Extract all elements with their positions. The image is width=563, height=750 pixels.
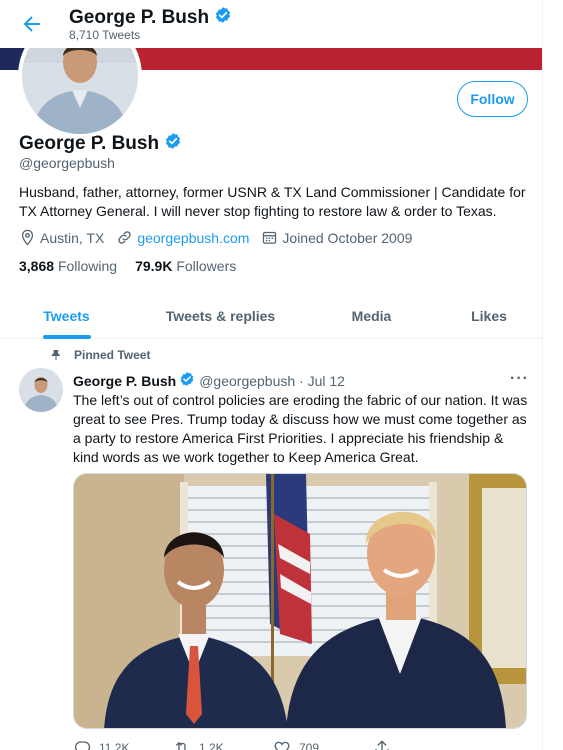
header-title: George P. Bush <box>69 6 232 30</box>
website-link[interactable]: georgepbush.com <box>137 230 249 246</box>
retweet-count: 1.2K <box>199 741 224 750</box>
verified-badge-icon <box>164 132 182 156</box>
profile-column: George P. Bush 8,710 Tweets Follow Georg… <box>0 0 543 750</box>
header-name: George P. Bush <box>69 7 210 28</box>
tweet-photo[interactable] <box>73 473 527 729</box>
joined-item: Joined October 2009 <box>261 229 412 246</box>
profile-bio: Husband, father, attorney, former USNR &… <box>19 184 526 219</box>
tweet-avatar[interactable] <box>19 368 63 412</box>
back-arrow-icon[interactable] <box>20 12 44 36</box>
reply-icon <box>74 741 91 750</box>
location-pin-icon <box>21 229 34 246</box>
link-icon <box>118 231 132 244</box>
follow-button[interactable]: Follow <box>457 81 528 117</box>
profile-handle: @georgepbush <box>19 155 115 171</box>
tab-label: Likes <box>471 307 507 324</box>
tab-media[interactable]: Media <box>308 292 435 339</box>
like-action[interactable]: 709 <box>273 739 373 750</box>
following-stat[interactable]: 3,868 Following <box>19 258 117 274</box>
joined-text: Joined October 2009 <box>282 229 413 246</box>
verified-badge-icon <box>179 371 195 390</box>
follow-stats: 3,868 Following 79.9K Followers <box>19 258 254 274</box>
share-action[interactable] <box>373 739 473 750</box>
website-item[interactable]: georgepbush.com <box>116 229 249 246</box>
pinned-label: Pinned Tweet <box>50 348 150 362</box>
tab-tweets[interactable]: Tweets <box>0 292 133 339</box>
followers-stat[interactable]: 79.9K Followers <box>135 258 236 274</box>
top-header: George P. Bush 8,710 Tweets <box>0 0 542 48</box>
tweet-header: George P. Bush @georgepbush · Jul 12 <box>73 371 345 390</box>
retweet-action[interactable]: 1.2K <box>173 739 273 750</box>
reply-count: 11.2K <box>99 741 130 750</box>
reply-action[interactable]: 11.2K <box>73 739 173 750</box>
profile-meta: Austin, TX georgepbush.com Joined Octobe… <box>19 229 424 246</box>
location-text: Austin, TX <box>40 229 105 246</box>
like-count: 709 <box>299 741 320 750</box>
tab-label: Media <box>351 307 392 324</box>
profile-name-row: George P. Bush <box>19 132 182 156</box>
pinned-text: Pinned Tweet <box>74 348 151 362</box>
share-icon <box>375 740 389 750</box>
verified-badge-icon <box>214 6 232 30</box>
location-item: Austin, TX <box>19 229 104 246</box>
tweet-handle-date: @georgepbush · Jul 12 <box>199 372 345 389</box>
more-options-icon[interactable]: ··· <box>510 370 529 388</box>
tab-label: Tweets <box>43 307 90 324</box>
followers-label: Followers <box>176 258 237 274</box>
tweet-count: 8,710 Tweets <box>69 28 141 42</box>
tweet-author[interactable]: George P. Bush <box>73 373 176 389</box>
tab-label: Tweets & replies <box>165 307 276 324</box>
tweet-actions: 11.2K 1.2K 709 <box>73 739 473 750</box>
tweet-text: The left’s out of control policies are e… <box>73 392 528 465</box>
followers-count: 79.9K <box>135 258 173 274</box>
tab-likes[interactable]: Likes <box>435 292 542 339</box>
following-count: 3,868 <box>19 258 55 274</box>
following-label: Following <box>57 258 118 274</box>
profile-tabs: Tweets Tweets & replies Media Likes <box>0 292 542 339</box>
calendar-icon <box>263 231 277 244</box>
heart-icon <box>274 741 290 750</box>
active-tab-indicator <box>42 335 91 339</box>
tab-tweets-replies[interactable]: Tweets & replies <box>133 292 308 339</box>
retweet-icon <box>176 742 186 750</box>
pin-icon <box>51 350 60 361</box>
